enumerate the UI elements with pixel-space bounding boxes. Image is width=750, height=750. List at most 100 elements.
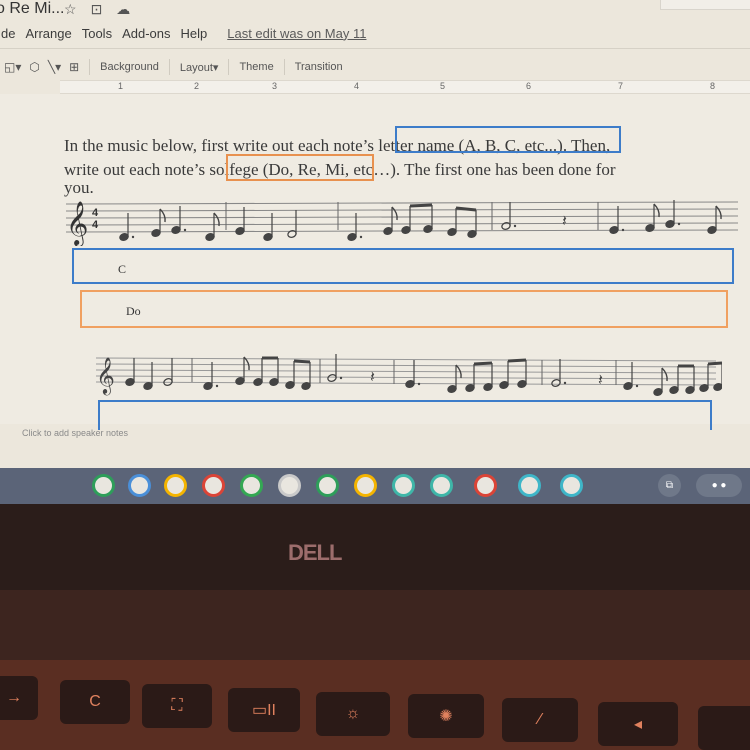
speaker-notes-placeholder[interactable]: Click to add speaker notes (22, 428, 128, 438)
chromeos-shelf: ⧉ ● ● (0, 468, 750, 504)
staff-lines (95, 357, 717, 386)
key-brightness-down[interactable]: ☼ (316, 692, 390, 736)
solfege-answer-box[interactable]: Do (80, 290, 728, 328)
letter-name-answer-box[interactable]: C (72, 248, 734, 284)
menu-bar: de Arrange Tools Add-ons Help Last edit … (0, 22, 367, 44)
note-beam (455, 206, 477, 212)
ruler-mark: 5 (440, 81, 446, 91)
note-flag (653, 203, 660, 218)
key-volume-up[interactable] (698, 706, 750, 750)
divider (0, 48, 750, 49)
note-dot (513, 224, 517, 228)
app-grid-icon[interactable] (430, 474, 453, 497)
transition-button[interactable]: Transition (291, 61, 347, 73)
select-icon[interactable]: ◱▾ (4, 60, 21, 74)
ruler-mark: 8 (710, 81, 716, 91)
chrome-icon-2[interactable] (474, 474, 497, 497)
shape-icon[interactable]: ⬡ (29, 60, 39, 74)
last-edit-link[interactable]: Last edit was on May 11 (226, 26, 367, 41)
menu-tools[interactable]: Tools (81, 26, 113, 41)
screen: o Re Mi... ☆ ⊡ ☁ de Arrange Tools Add-on… (0, 0, 750, 470)
layout-button[interactable]: Layout▾ (176, 61, 223, 74)
laptop-bezel: DELL (0, 504, 750, 604)
ruler-mark: 6 (526, 81, 532, 91)
note-flag (391, 206, 398, 221)
line-icon[interactable]: ╲▾ (48, 60, 61, 74)
note-beam (409, 203, 433, 208)
key-overview[interactable]: ▭II (228, 688, 300, 732)
ruler-mark: 3 (272, 81, 278, 91)
toolbar-separator (283, 59, 285, 75)
background-button[interactable]: Background (96, 61, 163, 73)
key-volume-down[interactable]: ◂ (598, 702, 678, 746)
quarter-rest: 𝄽 (598, 372, 603, 389)
note-head (713, 383, 722, 391)
letter-name-highlight-box[interactable] (395, 126, 621, 153)
video-icon[interactable] (560, 474, 583, 497)
note-beam (473, 361, 493, 366)
ruler-mark: 1 (118, 81, 124, 91)
text-run: In the music below, first write out each… (64, 136, 368, 155)
menu-arrange[interactable]: Arrange (24, 26, 72, 41)
note-dot (621, 228, 625, 232)
instructions-text[interactable]: In the music below, first write out each… (64, 134, 724, 196)
note-dot (339, 376, 343, 380)
move-to-folder-icon[interactable]: ⊡ (91, 1, 103, 18)
title-bar: o Re Mi... ☆ ⊡ ☁ (0, 0, 750, 22)
google-slides-icon[interactable] (164, 474, 187, 497)
treble-clef: 𝄞 (66, 202, 88, 246)
theme-button[interactable]: Theme (235, 61, 277, 73)
toolbar-separator (228, 59, 230, 75)
quarter-rest: 𝄽 (562, 213, 567, 230)
note-dot (635, 384, 639, 388)
horizontal-ruler[interactable]: 1 2 3 4 5 6 7 8 (60, 80, 750, 94)
google-classroom-icon[interactable] (316, 474, 339, 497)
solfege-highlight-box[interactable] (226, 154, 374, 181)
instructions-line-2: write out each note’s solfege (Do, Re, M… (64, 158, 724, 182)
solfege-answer: Do (126, 304, 141, 318)
menu-add-ons[interactable]: Add-ons (121, 26, 171, 41)
note-beam (293, 359, 311, 364)
music-staff-2[interactable]: 𝄞 𝄽 𝄽 (92, 348, 722, 398)
note-dot (359, 235, 363, 239)
key-forward[interactable]: → (0, 676, 38, 720)
cloud-status-icon[interactable]: ☁ (116, 1, 130, 18)
letter-name-answer: C (118, 262, 127, 276)
screenshot-icon[interactable]: ⧉ (658, 474, 681, 497)
google-docs-icon[interactable] (128, 474, 151, 497)
note-dot (563, 381, 567, 385)
laptop-hinge (0, 590, 750, 660)
key-mute[interactable]: ⁄ (502, 698, 578, 742)
text-run: write out each note’s s (64, 160, 217, 179)
treble-clef: 𝄞 (96, 357, 115, 395)
key-fullscreen[interactable]: ⛶ (142, 684, 212, 728)
chat-icon[interactable] (392, 474, 415, 497)
top-right-control[interactable] (660, 0, 750, 10)
toolbar-separator (168, 59, 170, 75)
menu-help[interactable]: Help (180, 26, 209, 41)
dell-logo: DELL (288, 540, 342, 565)
key-brightness-up[interactable]: ✺ (408, 694, 484, 738)
note-flag (715, 205, 722, 220)
camera-icon[interactable] (518, 474, 541, 497)
ruler-mark: 7 (618, 81, 624, 91)
system-tray[interactable]: ● ● (696, 474, 742, 497)
letter-name-answer-box-2[interactable] (98, 400, 712, 430)
ruler-mark: 2 (194, 81, 200, 91)
comment-icon[interactable]: ⊞ (69, 60, 79, 74)
google-calendar-icon[interactable] (278, 474, 301, 497)
document-title[interactable]: o Re Mi... (0, 0, 64, 18)
music-staff-1[interactable]: 𝄞 4 4 𝄽 (62, 194, 742, 246)
google-keep-icon[interactable] (354, 474, 377, 497)
chrome-icon[interactable] (202, 474, 225, 497)
toolbar-separator (89, 59, 91, 75)
note-dot (131, 235, 135, 239)
google-drive-icon[interactable] (240, 474, 263, 497)
star-icon[interactable]: ☆ (64, 1, 77, 18)
google-sheets-icon[interactable] (92, 474, 115, 497)
ruler-mark: 4 (354, 81, 360, 91)
menu-slide[interactable]: de (0, 26, 16, 41)
key-refresh[interactable]: C (60, 680, 130, 724)
time-signature-bottom: 4 (92, 219, 99, 231)
note-dot (677, 222, 681, 226)
